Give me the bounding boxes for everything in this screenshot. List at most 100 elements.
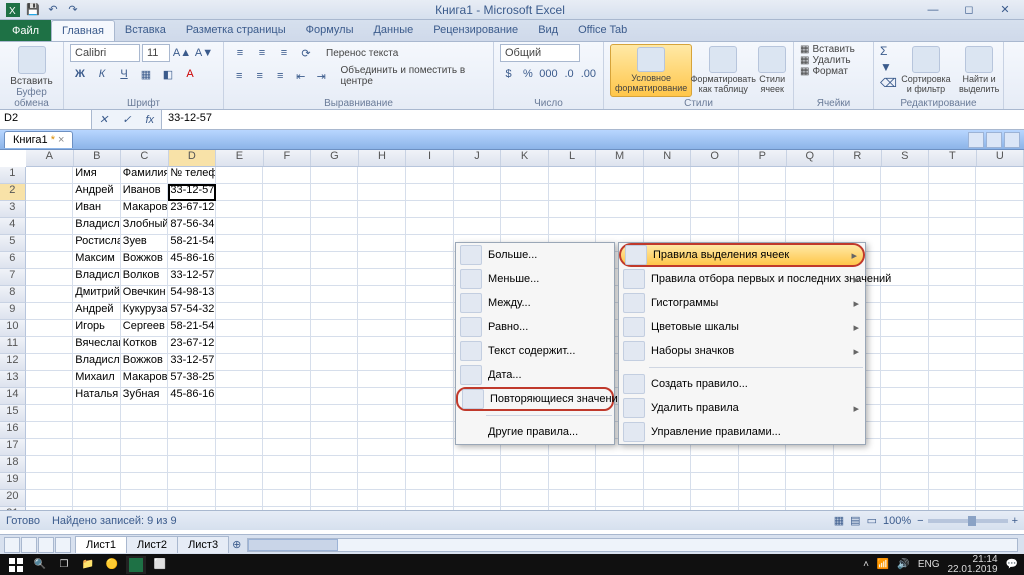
cell[interactable]	[691, 490, 739, 507]
tab-data[interactable]: Данные	[363, 20, 423, 41]
cell[interactable]	[454, 473, 502, 490]
cell[interactable]	[311, 269, 359, 286]
cell[interactable]: Владислав	[73, 269, 121, 286]
cell[interactable]	[834, 167, 882, 184]
cell[interactable]	[216, 235, 264, 252]
cell[interactable]	[691, 184, 739, 201]
cell[interactable]: Максим	[73, 252, 121, 269]
cell[interactable]	[834, 473, 882, 490]
col-header-A[interactable]: A	[26, 150, 74, 166]
cell[interactable]	[739, 201, 787, 218]
cell[interactable]: 23-67-12	[168, 201, 216, 218]
cell[interactable]	[929, 371, 977, 388]
cell[interactable]	[596, 201, 644, 218]
cell[interactable]	[358, 371, 406, 388]
cell[interactable]: Наталья	[73, 388, 121, 405]
wk-nav-left-icon[interactable]	[968, 132, 984, 148]
cell[interactable]	[216, 371, 264, 388]
cell[interactable]	[26, 490, 74, 507]
cell[interactable]	[406, 235, 454, 252]
cell[interactable]	[929, 405, 977, 422]
cell[interactable]: 87-56-34	[168, 218, 216, 235]
cell[interactable]	[739, 218, 787, 235]
cell[interactable]	[976, 490, 1024, 507]
cell-styles-button[interactable]: Стили ячеек	[754, 44, 790, 97]
row-header[interactable]: 20	[0, 490, 26, 507]
cell[interactable]	[121, 507, 169, 510]
cell[interactable]	[501, 507, 549, 510]
mi-greater[interactable]: Больше...	[456, 243, 614, 267]
cell[interactable]	[454, 507, 502, 510]
cell[interactable]	[263, 388, 311, 405]
cell[interactable]	[311, 490, 359, 507]
cell[interactable]	[596, 184, 644, 201]
close-icon[interactable]: ✕	[990, 2, 1020, 18]
cell[interactable]	[216, 456, 264, 473]
cell[interactable]	[881, 507, 929, 510]
cell[interactable]	[263, 303, 311, 320]
cell[interactable]	[263, 354, 311, 371]
conditional-formatting-button[interactable]: Условное форматирование	[610, 44, 692, 97]
cell[interactable]	[881, 303, 929, 320]
col-header-D[interactable]: D	[169, 150, 217, 166]
cell[interactable]	[26, 388, 74, 405]
cell[interactable]	[501, 456, 549, 473]
mi-between[interactable]: Между...	[456, 291, 614, 315]
sheet-nav-first-icon[interactable]	[4, 537, 20, 553]
cell[interactable]	[216, 490, 264, 507]
cell[interactable]	[358, 252, 406, 269]
cell[interactable]: Вожжов	[121, 354, 169, 371]
cell[interactable]	[26, 184, 74, 201]
col-header-I[interactable]: I	[406, 150, 454, 166]
cell[interactable]: Иванов	[121, 184, 169, 201]
cancel-fx-icon[interactable]: ✕	[99, 113, 108, 126]
cell[interactable]	[26, 218, 74, 235]
tab-view[interactable]: Вид	[528, 20, 568, 41]
cell[interactable]	[406, 422, 454, 439]
cell[interactable]	[834, 201, 882, 218]
tab-insert[interactable]: Вставка	[115, 20, 176, 41]
cell[interactable]	[26, 422, 74, 439]
row-header[interactable]: 4	[0, 218, 26, 235]
cell[interactable]	[26, 456, 74, 473]
cell[interactable]	[406, 303, 454, 320]
cell[interactable]	[976, 320, 1024, 337]
row-header[interactable]: 9	[0, 303, 26, 320]
cell[interactable]: 33-12-57	[168, 354, 216, 371]
cell[interactable]	[26, 303, 74, 320]
font-name[interactable]: Calibri	[70, 44, 140, 62]
align-left-icon[interactable]: ≡	[230, 67, 249, 85]
cell[interactable]: Иван	[73, 201, 121, 218]
cell[interactable]	[929, 235, 977, 252]
col-header-G[interactable]: G	[311, 150, 359, 166]
cell[interactable]	[168, 490, 216, 507]
cell[interactable]	[263, 201, 311, 218]
col-header-L[interactable]: L	[549, 150, 597, 166]
cell[interactable]: Михаил	[73, 371, 121, 388]
cell[interactable]	[406, 184, 454, 201]
cell[interactable]	[263, 286, 311, 303]
cell[interactable]	[263, 235, 311, 252]
view-page-icon[interactable]: ▤	[850, 514, 860, 527]
cell[interactable]	[644, 473, 692, 490]
col-header-F[interactable]: F	[264, 150, 312, 166]
cell[interactable]: Игорь	[73, 320, 121, 337]
col-header-T[interactable]: T	[929, 150, 977, 166]
cell[interactable]	[881, 473, 929, 490]
sort-filter-button[interactable]: Сортировка и фильтр	[901, 44, 951, 97]
cell[interactable]	[786, 490, 834, 507]
zoom-slider[interactable]	[928, 519, 1008, 523]
cell[interactable]	[358, 354, 406, 371]
col-header-R[interactable]: R	[834, 150, 882, 166]
cell[interactable]	[549, 167, 597, 184]
cell[interactable]	[311, 439, 359, 456]
cell[interactable]	[168, 473, 216, 490]
row-header[interactable]: 18	[0, 456, 26, 473]
cell[interactable]	[358, 286, 406, 303]
row-header[interactable]: 10	[0, 320, 26, 337]
cell[interactable]	[881, 337, 929, 354]
cell[interactable]	[73, 405, 121, 422]
cell[interactable]	[263, 456, 311, 473]
cell[interactable]	[358, 269, 406, 286]
cell[interactable]	[311, 167, 359, 184]
